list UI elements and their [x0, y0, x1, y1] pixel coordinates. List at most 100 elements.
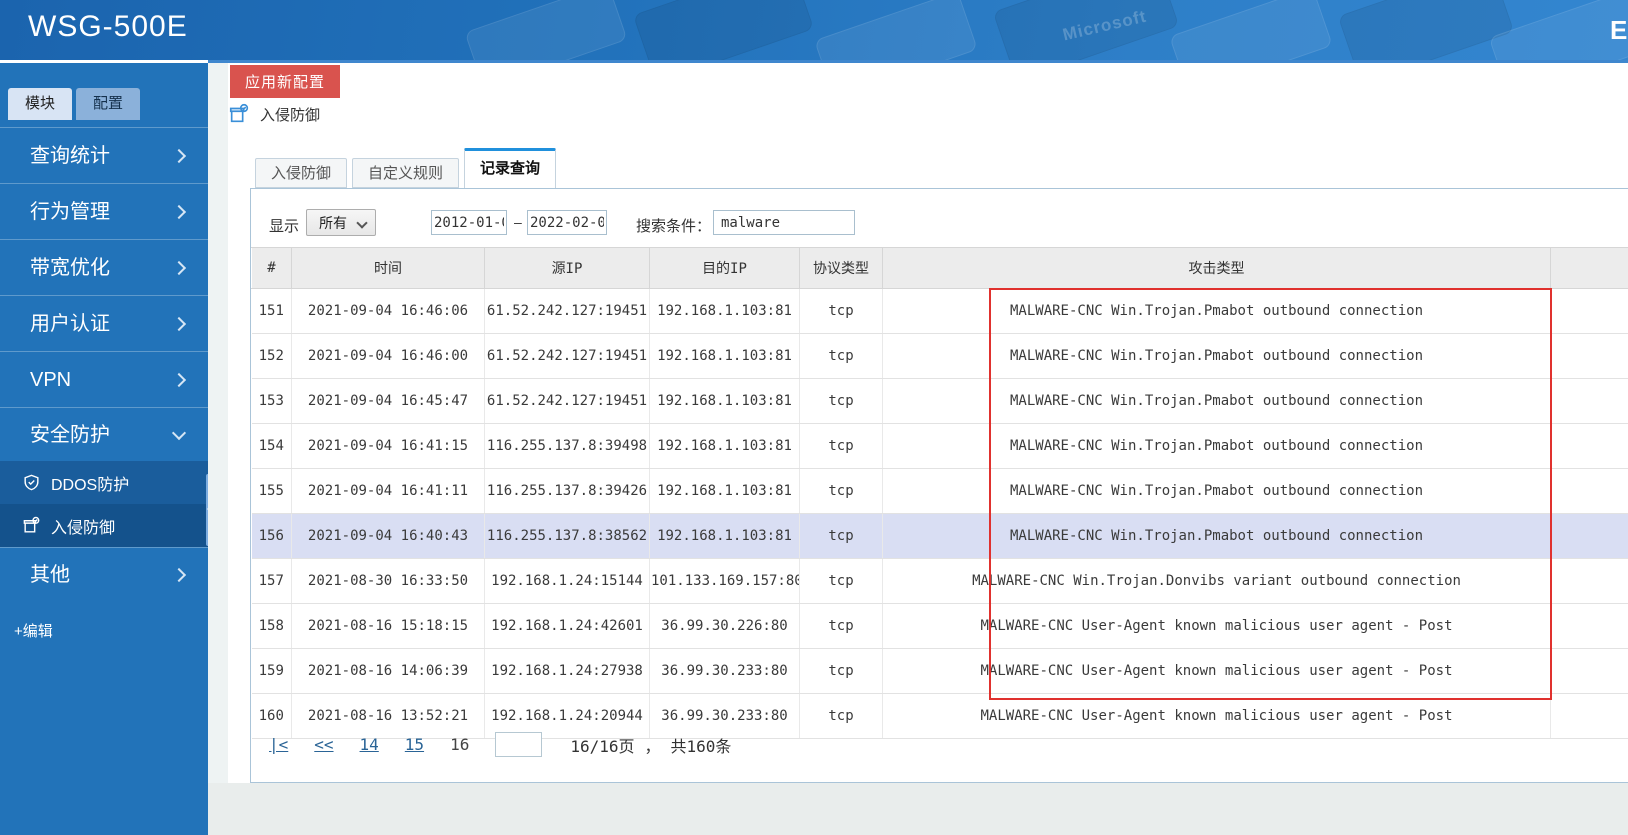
table-cell: 2021-08-16 15:18:15	[291, 603, 485, 649]
sidebar-item-label: 安全防护	[30, 424, 110, 446]
select-chevron-icon	[356, 217, 368, 229]
tab-intrusion-prevention[interactable]: 入侵防御	[255, 158, 348, 188]
table-cell: 61.52.242.127:19451	[484, 378, 650, 424]
table-cell: MALWARE-CNC Win.Trojan.Donvibs variant o…	[882, 558, 1551, 604]
sidebar-item-ddos-protection[interactable]: DDOS防护	[0, 461, 208, 504]
pagination-page-link[interactable]: 14	[360, 735, 379, 754]
table-cell: MALWARE-CNC User-Agent known malicious u…	[882, 603, 1551, 649]
table-cell: tcp	[799, 693, 883, 739]
table-row[interactable]: 153 2021-09-04 16:45:47 61.52.242.127:1945…	[251, 378, 1628, 424]
sidebar-tab-config[interactable]: 配置	[76, 88, 140, 120]
date-range-separator: –	[514, 214, 522, 230]
records-table: # 时间 源IP 目的IP 协议类型 攻击类型 151 2021-09-04 16…	[251, 247, 1628, 739]
sidebar-item-intrusion-prevention[interactable]: 入侵防御	[0, 504, 208, 547]
table-row[interactable]: 154 2021-09-04 16:41:15 116.255.137.8:3949…	[251, 423, 1628, 469]
col-header-protocol: 协议类型	[799, 247, 883, 289]
breadcrumb: 入侵防御	[228, 102, 320, 126]
sidebar-item-behavior-mgmt[interactable]: 行为管理	[0, 183, 208, 239]
table-row[interactable]: 159 2021-08-16 14:06:39 192.168.1.24:27938…	[251, 648, 1628, 694]
table-cell: 152	[251, 333, 292, 379]
table-cell: 61.52.242.127:19451	[484, 288, 650, 334]
sidebar-item-others[interactable]: 其他	[0, 547, 208, 602]
sidebar-item-bandwidth[interactable]: 带宽优化	[0, 239, 208, 295]
pagination: |< << 14 15 16 16/16页 ， 共160条	[269, 732, 741, 757]
table-cell: 192.168.1.103:81	[649, 513, 800, 559]
table-row[interactable]: 156 2021-09-04 16:40:43 116.255.137.8:3856…	[251, 513, 1628, 559]
table-cell: tcp	[799, 513, 883, 559]
chevron-right-icon	[171, 316, 187, 331]
table-row[interactable]: 158 2021-08-16 15:18:15 192.168.1.24:42601…	[251, 603, 1628, 649]
security-submenu: DDOS防护 入侵防御	[0, 461, 208, 547]
sidebar-item-vpn[interactable]: VPN	[0, 351, 208, 407]
col-header-truncated	[1550, 247, 1628, 289]
pagination-separator: ，	[644, 736, 661, 756]
submenu-item-label: 入侵防御	[51, 519, 116, 537]
search-condition-label: 搜索条件：	[636, 218, 712, 235]
pagination-first-link[interactable]: |<	[269, 735, 288, 754]
table-cell	[1550, 468, 1628, 514]
sidebar-edit-button[interactable]: +编辑	[0, 602, 208, 641]
chevron-right-icon	[171, 260, 187, 275]
table-cell: 151	[251, 288, 292, 334]
date-to-input[interactable]	[527, 210, 607, 235]
table-cell	[1550, 648, 1628, 694]
app-title: WSG-500E	[28, 10, 188, 43]
pagination-prev-link[interactable]: <<	[314, 735, 333, 754]
table-cell: 116.255.137.8:38562	[484, 513, 650, 559]
table-cell: tcp	[799, 558, 883, 604]
sidebar-item-label: 用户认证	[30, 313, 110, 335]
sidebar: 模块 配置 查询统计 行为管理 带宽优化 用户认证 VPN 安全防护 DDOS防…	[0, 60, 208, 835]
table-cell: 192.168.1.103:81	[649, 288, 800, 334]
table-row[interactable]: 155 2021-09-04 16:41:11 116.255.137.8:3942…	[251, 468, 1628, 514]
table-cell: 155	[251, 468, 292, 514]
pagination-page-link[interactable]: 15	[405, 735, 424, 754]
table-cell	[1550, 378, 1628, 424]
header-right-truncated-text[interactable]: E	[1610, 15, 1627, 46]
sidebar-content-gutter	[208, 63, 228, 835]
table-header-row: # 时间 源IP 目的IP 协议类型 攻击类型	[251, 247, 1628, 289]
col-header-src-ip: 源IP	[484, 247, 650, 289]
table-cell: 2021-09-04 16:40:43	[291, 513, 485, 559]
package-check-icon	[229, 103, 249, 123]
table-cell: 192.168.1.103:81	[649, 423, 800, 469]
chevron-right-icon	[171, 567, 187, 583]
shield-check-icon	[24, 474, 39, 491]
table-cell: 2021-09-04 16:46:06	[291, 288, 485, 334]
table-cell: tcp	[799, 468, 883, 514]
table-cell: MALWARE-CNC Win.Trojan.Pmabot outbound c…	[882, 513, 1551, 559]
tab-record-query[interactable]: 记录查询	[464, 148, 557, 188]
sidebar-item-user-auth[interactable]: 用户认证	[0, 295, 208, 351]
table-cell: tcp	[799, 648, 883, 694]
chevron-right-icon	[171, 148, 187, 163]
search-input[interactable]	[713, 210, 855, 235]
sidebar-tab-modules[interactable]: 模块	[8, 88, 72, 120]
tab-custom-rules[interactable]: 自定义规则	[352, 158, 460, 188]
display-select-value: 所有	[319, 214, 347, 231]
table-cell: tcp	[799, 288, 883, 334]
pagination-page-input[interactable]	[495, 732, 543, 757]
col-header-index: #	[251, 247, 292, 289]
table-cell: 192.168.1.24:42601	[484, 603, 650, 649]
display-filter-select[interactable]: 所有	[306, 209, 376, 236]
table-row[interactable]: 152 2021-09-04 16:46:00 61.52.242.127:1945…	[251, 333, 1628, 379]
table-cell: MALWARE-CNC User-Agent known malicious u…	[882, 648, 1551, 694]
table-cell: 36.99.30.226:80	[649, 603, 800, 649]
pagination-current-page: 16	[450, 735, 470, 754]
table-cell: 36.99.30.233:80	[649, 648, 800, 694]
table-cell: 2021-09-04 16:45:47	[291, 378, 485, 424]
table-cell: MALWARE-CNC Win.Trojan.Pmabot outbound c…	[882, 333, 1551, 379]
apply-new-config-button[interactable]: 应用新配置	[230, 65, 340, 98]
table-cell: 2021-08-16 14:06:39	[291, 648, 485, 694]
col-header-time: 时间	[291, 247, 485, 289]
sidebar-item-query-stats[interactable]: 查询统计	[0, 127, 208, 183]
table-cell: MALWARE-CNC Win.Trojan.Pmabot outbound c…	[882, 288, 1551, 334]
wsg-console: Microsoft WSG-500E E 模块 配置 查询统计 行为管理 带宽优…	[0, 0, 1628, 835]
chevron-down-icon	[171, 425, 187, 440]
table-row[interactable]: 157 2021-08-30 16:33:50 192.168.1.24:15144…	[251, 558, 1628, 604]
records-table-body: 151 2021-09-04 16:46:06 61.52.242.127:1945…	[251, 288, 1628, 739]
table-cell: tcp	[799, 423, 883, 469]
table-cell: MALWARE-CNC Win.Trojan.Pmabot outbound c…	[882, 423, 1551, 469]
date-from-input[interactable]	[431, 210, 507, 235]
sidebar-item-security[interactable]: 安全防护	[0, 407, 208, 461]
table-row[interactable]: 151 2021-09-04 16:46:06 61.52.242.127:1945…	[251, 288, 1628, 334]
